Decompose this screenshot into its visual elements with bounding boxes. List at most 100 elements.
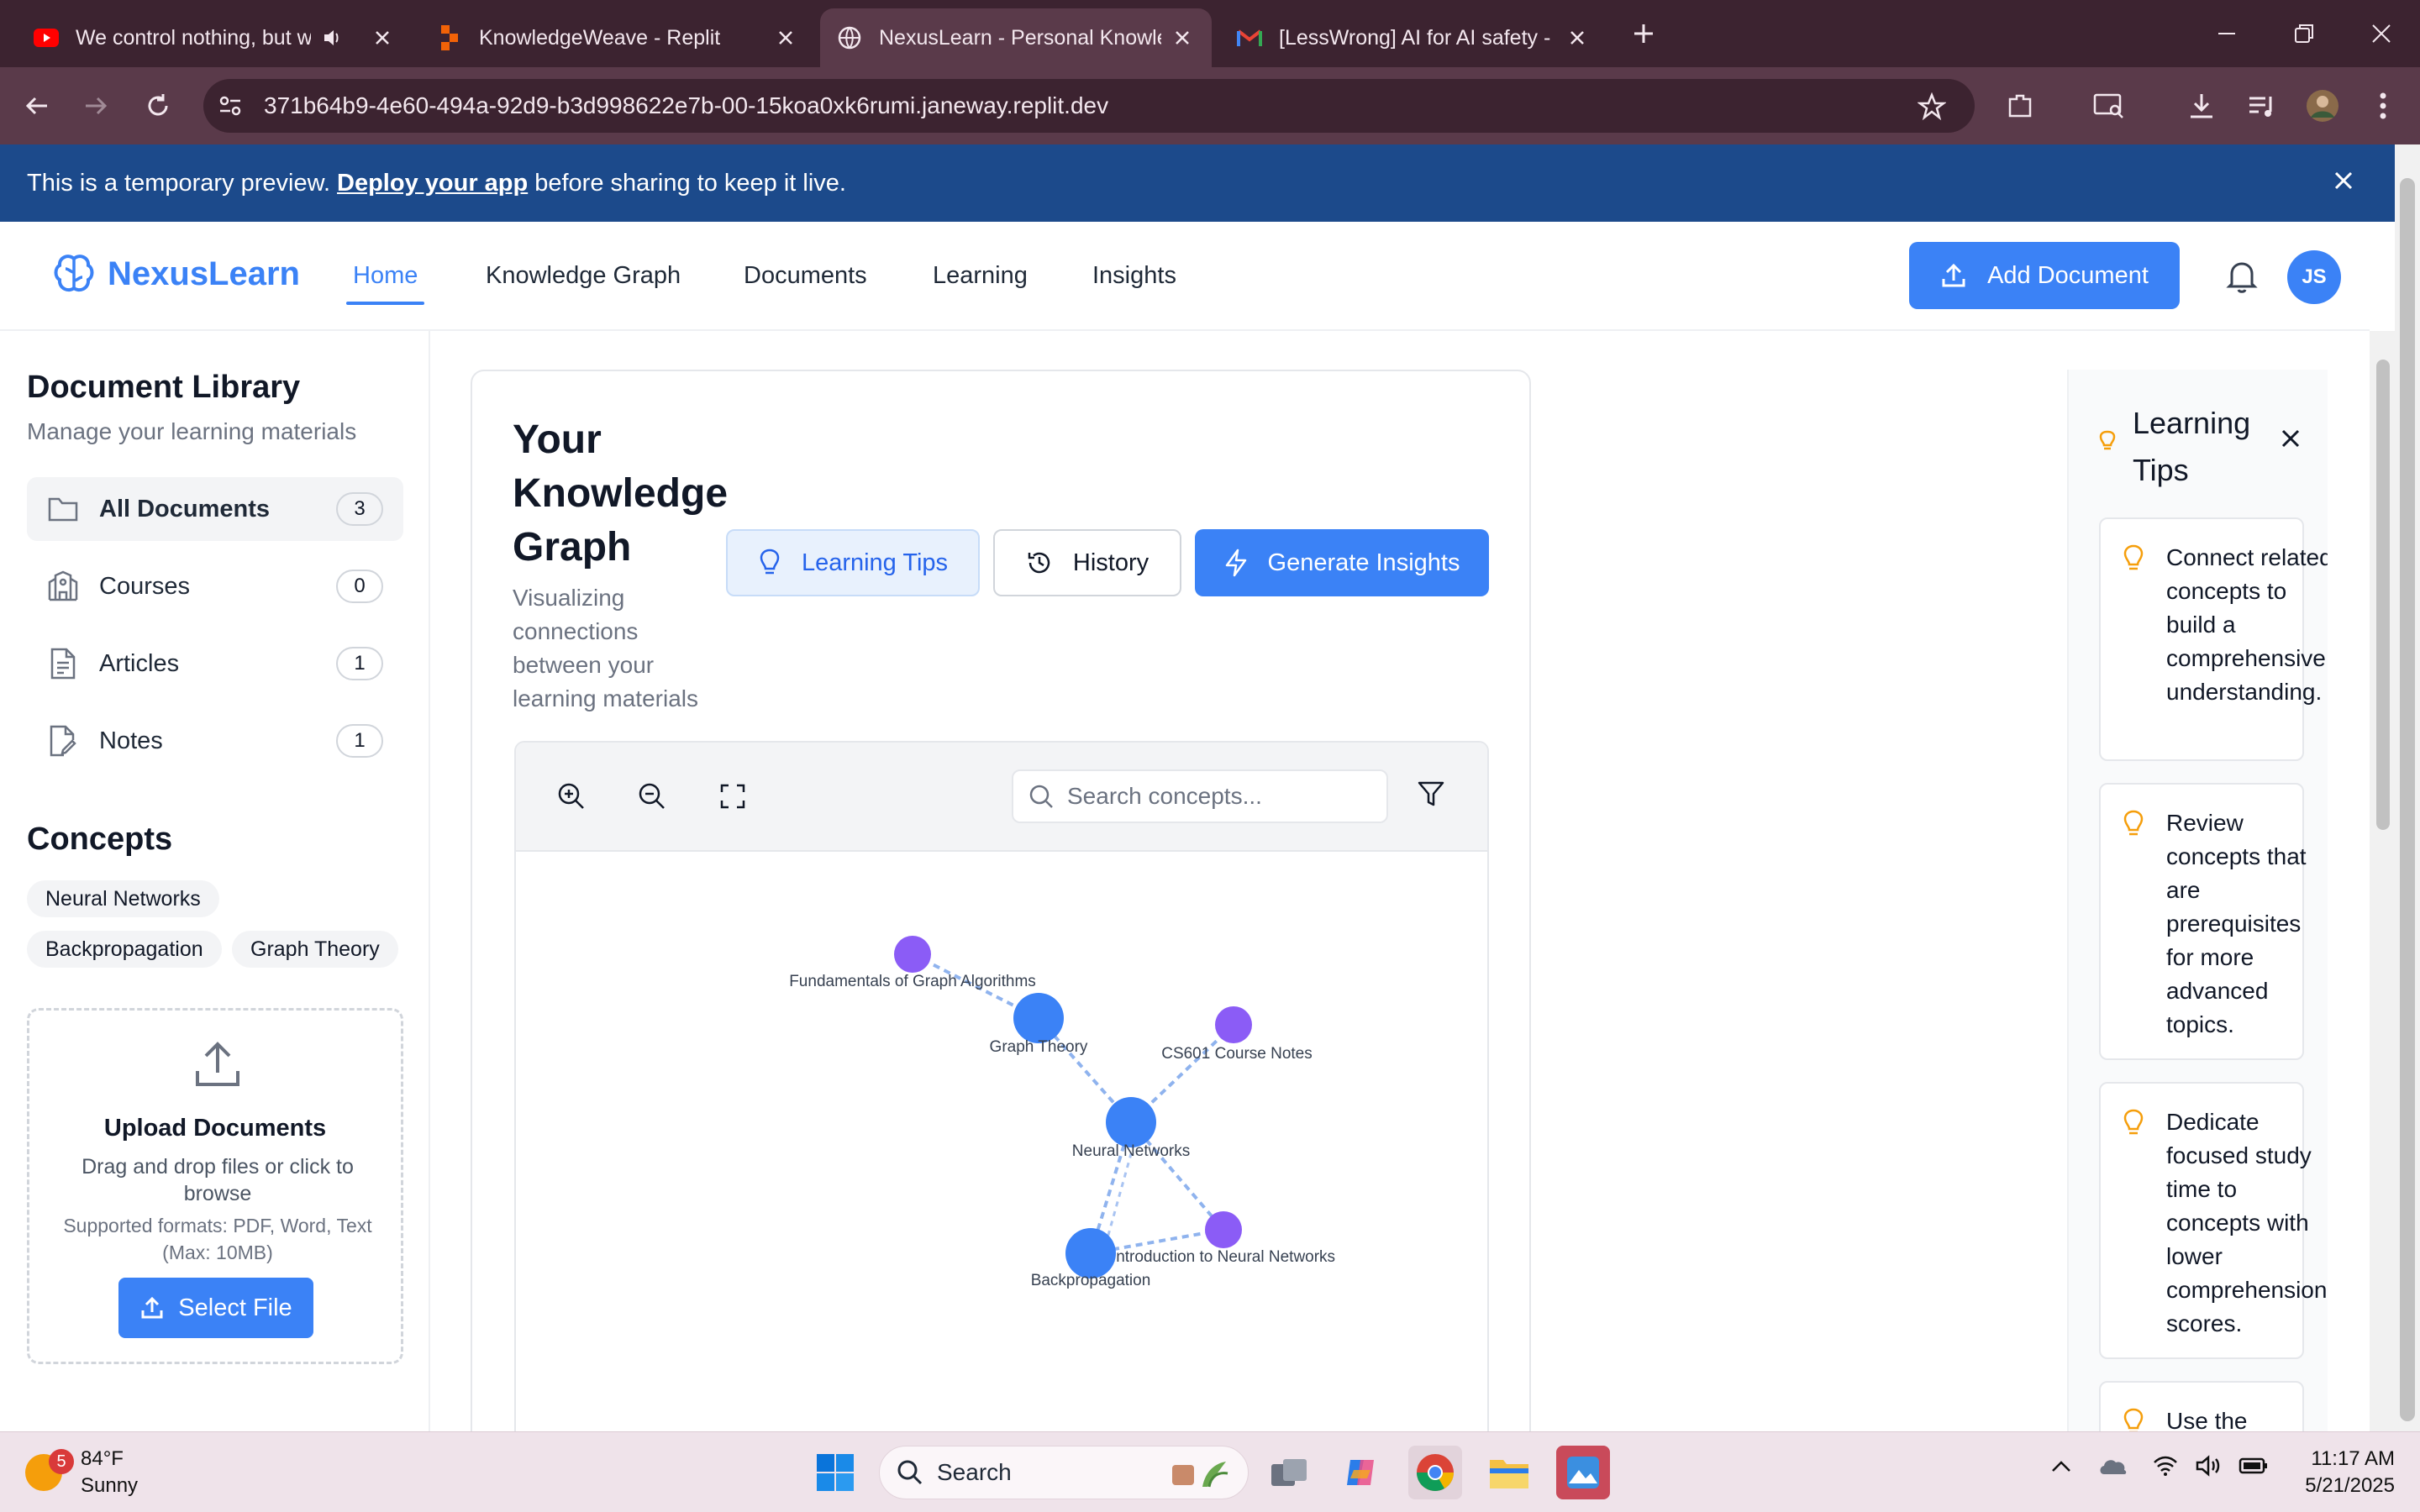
chevron-up-icon[interactable] <box>2050 1458 2072 1473</box>
profile-avatar-icon[interactable] <box>2302 86 2343 126</box>
address-bar[interactable]: 371b64b9-4e60-494a-92d9-b3d998622e7b-00-… <box>203 79 1975 133</box>
volume-icon[interactable] <box>2195 1454 2222 1478</box>
clock[interactable]: 11:17 AM 5/21/2025 <box>2269 1446 2395 1499</box>
fullscreen-icon[interactable] <box>716 780 750 813</box>
nav-knowledge-graph[interactable]: Knowledge Graph <box>486 262 681 290</box>
concept-chip[interactable]: Backpropagation <box>27 931 222 968</box>
nav-documents[interactable]: Documents <box>744 262 867 290</box>
tip-card: Dedicate focused study time to concepts … <box>2099 1082 2327 1359</box>
content-scrollbar[interactable] <box>2370 331 2395 1431</box>
graph-node-document[interactable] <box>1215 1006 1252 1043</box>
back-icon[interactable] <box>17 86 57 126</box>
wifi-icon[interactable] <box>2153 1455 2178 1477</box>
browser-tab[interactable]: KnowledgeWeave - Replit <box>420 8 815 67</box>
copilot-icon[interactable] <box>1334 1446 1388 1499</box>
scrollbar-thumb[interactable] <box>2400 178 2415 1421</box>
category-articles[interactable]: Articles 1 <box>27 632 403 696</box>
battery-icon[interactable] <box>2238 1457 2269 1475</box>
restore-icon[interactable] <box>2287 17 2321 50</box>
onedrive-icon[interactable] <box>2097 1456 2128 1476</box>
file-text-icon <box>47 648 79 680</box>
taskbar: 5 84°F Sunny Search 11:17 AM 5/21/2025 <box>0 1431 2420 1512</box>
graph-node-label: CS601 Course Notes <box>1161 1045 1313 1063</box>
select-file-button[interactable]: Select File <box>118 1278 313 1338</box>
task-view-icon[interactable] <box>1262 1446 1316 1499</box>
site-info-icon[interactable] <box>217 92 244 119</box>
category-label: Courses <box>99 572 190 600</box>
download-icon[interactable] <box>2181 86 2222 126</box>
graph-node-concept[interactable] <box>1013 993 1064 1043</box>
page-scrollbar[interactable] <box>2395 144 2420 1431</box>
extensions-icon[interactable] <box>2000 86 2040 126</box>
file-explorer-icon[interactable] <box>1482 1446 1536 1499</box>
history-button[interactable]: History <box>993 529 1181 596</box>
user-avatar[interactable]: JS <box>2287 250 2341 304</box>
close-banner-icon[interactable] <box>2331 168 2356 193</box>
library-subtitle: Manage your learning materials <box>27 418 357 444</box>
close-window-icon[interactable] <box>2365 17 2398 50</box>
close-tab-icon[interactable] <box>1565 25 1590 50</box>
zap-icon <box>1225 549 1246 577</box>
category-all-documents[interactable]: All Documents 3 <box>27 477 403 541</box>
zoom-in-icon[interactable] <box>555 780 588 813</box>
graph-node-document[interactable] <box>894 936 931 973</box>
upload-title: Upload Documents <box>103 1115 327 1142</box>
generate-insights-button[interactable]: Generate Insights <box>1195 529 1489 596</box>
new-tab-icon[interactable] <box>1627 17 1660 50</box>
app-logo[interactable]: NexusLearn <box>52 252 300 296</box>
knowledge-graph-canvas[interactable]: Fundamentals of Graph Algorithms Graph Th… <box>516 852 1489 1463</box>
browser-tab[interactable]: We control nothing, but we <box>17 8 412 67</box>
search-icon <box>897 1460 923 1485</box>
chrome-icon[interactable] <box>1408 1446 1462 1499</box>
tab-title: [LessWrong] AI for AI safety - m <box>1279 25 1556 50</box>
search-input[interactable] <box>1067 783 1370 810</box>
forward-icon[interactable] <box>76 86 116 126</box>
nav-insights[interactable]: Insights <box>1092 262 1176 290</box>
graph-node-concept[interactable] <box>1065 1228 1116 1278</box>
concept-search[interactable] <box>1012 769 1388 823</box>
weather-widget[interactable]: 5 84°F Sunny <box>25 1446 138 1499</box>
upload-dropzone[interactable]: Upload Documents Drag and drop files or … <box>27 1008 403 1364</box>
reload-icon[interactable] <box>138 86 178 126</box>
speaker-icon[interactable] <box>319 25 345 50</box>
media-control-icon[interactable] <box>2242 86 2282 126</box>
cast-search-icon[interactable] <box>2089 86 2129 126</box>
tab-title: We control nothing, but we <box>76 25 311 50</box>
photos-app-icon[interactable] <box>1556 1446 1610 1499</box>
graph-node-document[interactable] <box>1205 1211 1242 1248</box>
gmail-icon <box>1237 25 1262 50</box>
minimize-icon[interactable] <box>2210 17 2244 50</box>
close-tab-icon[interactable] <box>370 25 395 50</box>
nav-learning[interactable]: Learning <box>933 262 1028 290</box>
browser-tab-active[interactable]: NexusLearn - Personal Knowled <box>820 8 1212 67</box>
app-name: NexusLearn <box>108 255 300 292</box>
browser-menu-icon[interactable] <box>2363 86 2403 126</box>
browser-tab[interactable]: [LessWrong] AI for AI safety - m <box>1220 8 1607 67</box>
close-tips-icon[interactable] <box>2281 428 2301 449</box>
close-tab-icon[interactable] <box>773 25 798 50</box>
learning-tips-label: Learning Tips <box>801 549 949 576</box>
taskbar-search[interactable]: Search <box>879 1446 1249 1499</box>
taskbar-search-label: Search <box>937 1459 1012 1485</box>
sun-icon: 5 <box>25 1449 74 1491</box>
category-courses[interactable]: Courses 0 <box>27 554 403 618</box>
scrollbar-thumb[interactable] <box>2376 360 2390 830</box>
windows-start-icon[interactable] <box>808 1446 862 1499</box>
concept-chip[interactable]: Neural Networks <box>27 880 219 917</box>
tip-card: Connect related concepts to build a comp… <box>2099 517 2328 761</box>
upload-description: Drag and drop files or click to browse <box>82 1155 354 1205</box>
learning-tips-button[interactable]: Learning Tips <box>726 529 980 596</box>
graph-node-concept[interactable] <box>1106 1097 1156 1147</box>
history-label: History <box>1072 549 1150 576</box>
close-tab-icon[interactable] <box>1170 25 1195 50</box>
deploy-link[interactable]: Deploy your app <box>337 170 528 197</box>
add-document-button[interactable]: Add Document <box>1909 242 2180 309</box>
category-notes[interactable]: Notes 1 <box>27 709 403 773</box>
select-file-label: Select File <box>178 1294 292 1321</box>
concept-chip[interactable]: Graph Theory <box>232 931 398 968</box>
bell-icon[interactable] <box>2225 259 2259 294</box>
bookmark-star-icon[interactable] <box>1918 92 1946 121</box>
zoom-out-icon[interactable] <box>635 780 669 813</box>
filter-icon[interactable] <box>1417 780 1445 808</box>
nav-home[interactable]: Home <box>345 262 425 305</box>
